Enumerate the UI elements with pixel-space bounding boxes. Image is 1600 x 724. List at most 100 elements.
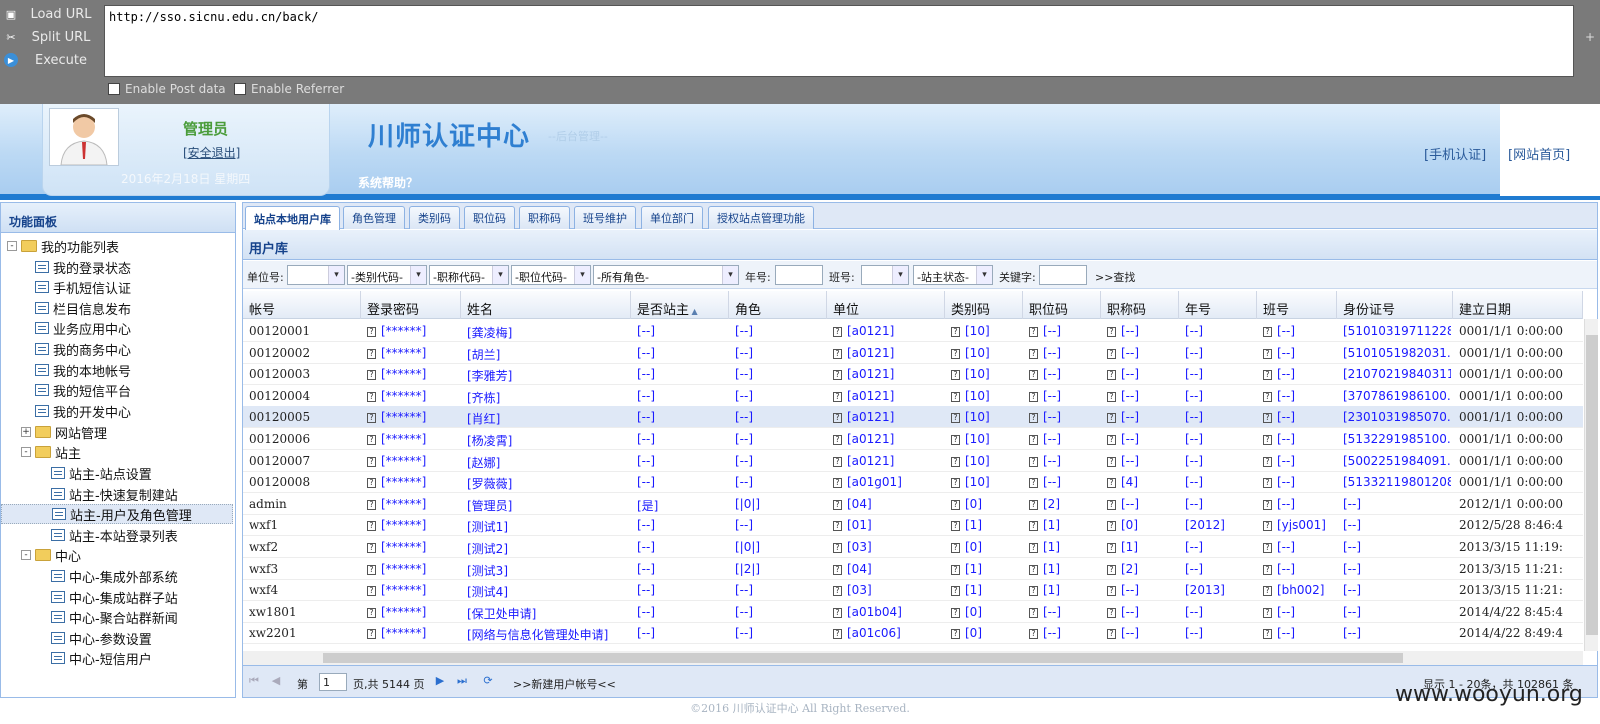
table-cell[interactable]: [--] xyxy=(637,518,727,532)
collapse-icon[interactable]: - xyxy=(7,241,17,251)
load-url-button[interactable]: ▣ Load URL xyxy=(4,4,96,24)
table-cell[interactable]: ? [a0121] xyxy=(833,346,943,360)
table-cell[interactable]: [--] xyxy=(637,324,727,338)
edit-icon[interactable]: ? xyxy=(1029,327,1038,337)
table-cell[interactable]: ? [bh002] xyxy=(1263,583,1335,597)
table-cell[interactable]: ? [--] xyxy=(1263,454,1335,468)
column-header[interactable]: 建立日期 xyxy=(1453,291,1583,319)
edit-icon[interactable]: ? xyxy=(951,391,960,402)
table-cell[interactable]: [测试2] xyxy=(467,540,629,557)
table-cell[interactable]: [21070219840311... xyxy=(1343,367,1451,381)
table-cell[interactable]: ? [--] xyxy=(1029,626,1099,640)
table-cell[interactable]: ? [--] xyxy=(1263,324,1335,338)
edit-icon[interactable]: ? xyxy=(1263,543,1272,553)
edit-icon[interactable]: ? xyxy=(367,327,376,337)
edit-icon[interactable]: ? xyxy=(951,413,960,424)
table-cell[interactable]: [--] xyxy=(735,454,825,468)
edit-icon[interactable]: ? xyxy=(1029,543,1038,553)
tab-local-users[interactable]: 站点本地用户库 xyxy=(245,206,340,230)
column-header[interactable]: 是否站主 ▲ xyxy=(631,291,729,319)
table-cell[interactable]: [--] xyxy=(637,626,727,640)
table-cell[interactable]: [--] xyxy=(1185,367,1255,381)
table-cell[interactable]: [--] xyxy=(1343,562,1451,576)
edit-icon[interactable]: ? xyxy=(1263,564,1272,575)
table-cell[interactable]: ? [--] xyxy=(1263,346,1335,360)
tree-folder[interactable]: - 我的功能列表 xyxy=(7,236,119,256)
table-cell[interactable]: ? [******] xyxy=(367,389,459,403)
table-row[interactable]: wxf4? [******] [测试4] [--] [--]? [03]? [1]? [1]?… xyxy=(243,579,1583,602)
table-cell[interactable]: ? [******] xyxy=(367,367,459,381)
home-link[interactable]: [网站首页] xyxy=(1508,144,1570,163)
edit-icon[interactable]: ? xyxy=(951,586,960,597)
url-input[interactable]: http://sso.sicnu.edu.cn/back/ xyxy=(104,5,1574,77)
table-cell[interactable]: ? [10] xyxy=(951,432,1021,446)
edit-icon[interactable]: ? xyxy=(951,543,960,553)
edit-icon[interactable]: ? xyxy=(367,586,376,597)
table-cell[interactable]: ? [--] xyxy=(1107,583,1177,597)
table-cell[interactable]: ? [0] xyxy=(951,626,1021,640)
tree-item[interactable]: 手机短信认证 xyxy=(35,277,131,297)
table-cell[interactable]: ? [a0121] xyxy=(833,432,943,446)
table-cell[interactable]: [--] xyxy=(735,324,825,338)
edit-icon[interactable]: ? xyxy=(1029,435,1038,445)
table-cell[interactable]: [--] xyxy=(1185,626,1255,640)
logout-link[interactable]: [安全退出] xyxy=(183,144,240,161)
table-cell[interactable]: ? [--] xyxy=(1029,475,1099,489)
table-cell[interactable]: [51332119801208... xyxy=(1343,475,1451,489)
table-cell[interactable]: ? [1] xyxy=(1029,518,1099,532)
table-row[interactable]: wxf3? [******] [测试3] [--] [|2|]? [04]? [1]? [1]… xyxy=(243,558,1583,580)
table-cell[interactable]: ? [******] xyxy=(367,410,459,424)
table-cell[interactable]: ? [1] xyxy=(1029,540,1099,554)
table-cell[interactable]: [--] xyxy=(1185,540,1255,554)
table-cell[interactable]: ? [1] xyxy=(1029,583,1099,597)
edit-icon[interactable]: ? xyxy=(367,478,376,489)
table-cell[interactable]: [2012] xyxy=(1185,518,1255,532)
refresh-icon[interactable]: ⟳ xyxy=(481,674,495,688)
table-cell[interactable]: ? [******] xyxy=(367,562,459,576)
edit-icon[interactable]: ? xyxy=(951,629,960,640)
table-cell[interactable]: [--] xyxy=(1343,540,1451,554)
role-select[interactable]: -所有角色- ▾ xyxy=(593,265,739,285)
edit-icon[interactable]: ? xyxy=(833,391,842,402)
edit-icon[interactable]: ? xyxy=(367,521,376,532)
table-cell[interactable]: [5002251984091... xyxy=(1343,454,1451,468)
edit-icon[interactable]: ? xyxy=(1107,499,1116,510)
first-page-icon[interactable]: ⏮ xyxy=(247,674,261,688)
table-cell[interactable]: [--] xyxy=(637,410,727,424)
edit-icon[interactable]: ? xyxy=(367,629,376,640)
table-cell[interactable]: [--] xyxy=(735,583,825,597)
tree-item[interactable]: 中心-集成站群子站 xyxy=(51,587,178,607)
table-cell[interactable]: ? [--] xyxy=(1107,497,1177,511)
table-cell[interactable]: [--] xyxy=(637,346,727,360)
edit-icon[interactable]: ? xyxy=(1263,370,1272,381)
edit-icon[interactable]: ? xyxy=(951,327,960,337)
table-cell[interactable]: [--] xyxy=(1185,389,1255,403)
edit-icon[interactable]: ? xyxy=(1107,348,1116,359)
table-row[interactable]: wxf2? [******] [测试2] [--] [|0|]? [03]? [0]? [1]… xyxy=(243,536,1583,558)
table-cell[interactable]: ? [a01b04] xyxy=(833,605,943,619)
table-cell[interactable]: ? [******] xyxy=(367,583,459,597)
table-cell[interactable]: ? [--] xyxy=(1029,367,1099,381)
table-cell[interactable]: ? [1] xyxy=(1029,562,1099,576)
tree-item[interactable]: 中心-参数设置 xyxy=(51,628,152,648)
table-cell[interactable]: ? [******] xyxy=(367,518,459,532)
category-select[interactable]: -类别代码- ▾ xyxy=(347,265,427,285)
table-cell[interactable]: ? [10] xyxy=(951,475,1021,489)
table-cell[interactable]: ? [******] xyxy=(367,346,459,360)
table-cell[interactable]: ? [a0121] xyxy=(833,454,943,468)
table-cell[interactable]: ? [******] xyxy=(367,324,459,338)
column-header[interactable]: 姓名 xyxy=(461,291,631,319)
table-cell[interactable]: [--] xyxy=(1343,626,1451,640)
horizontal-scrollbar[interactable] xyxy=(243,651,1583,665)
table-cell[interactable]: ? [--] xyxy=(1107,432,1177,446)
edit-icon[interactable]: ? xyxy=(1107,521,1116,532)
position-select[interactable]: -职位代码- ▾ xyxy=(511,265,591,285)
year-input[interactable] xyxy=(775,265,823,285)
table-cell[interactable]: ? [******] xyxy=(367,454,459,468)
table-cell[interactable]: ? [******] xyxy=(367,475,459,489)
table-cell[interactable]: [--] xyxy=(637,389,727,403)
edit-icon[interactable]: ? xyxy=(1263,456,1272,467)
column-header[interactable]: 类别码 xyxy=(945,291,1023,319)
table-cell[interactable]: ? [01] xyxy=(833,518,943,532)
edit-icon[interactable]: ? xyxy=(1263,327,1272,337)
